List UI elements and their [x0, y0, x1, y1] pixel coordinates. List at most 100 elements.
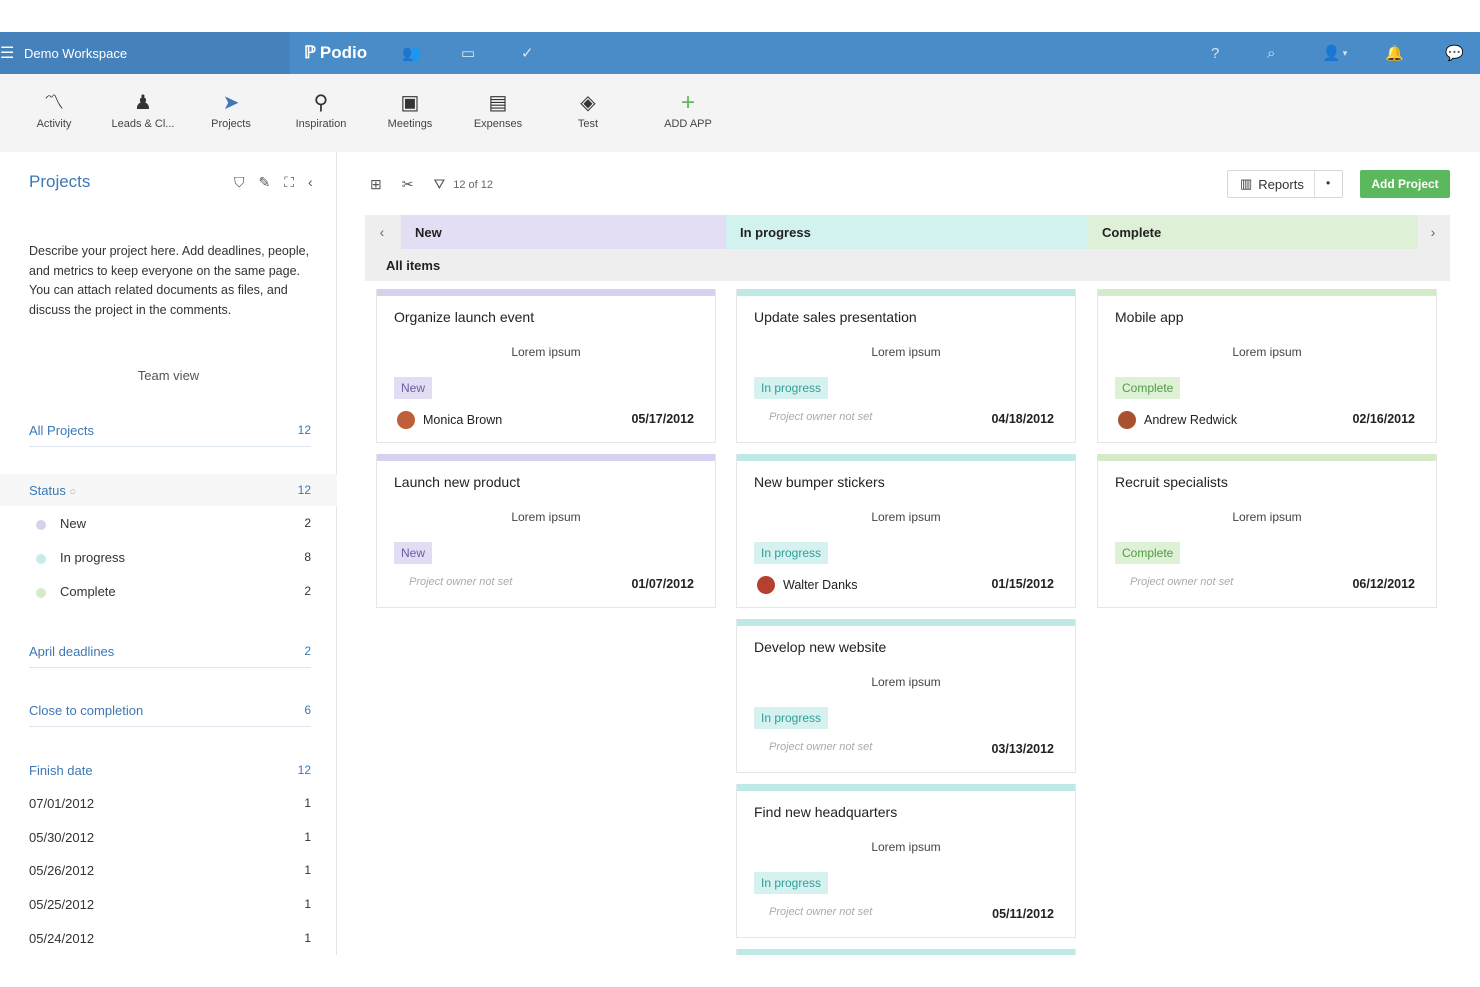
finish-date-count: 1: [304, 796, 311, 810]
search-icon[interactable]: ⌕: [1267, 32, 1275, 74]
app-test[interactable]: ◈ Test: [548, 90, 628, 130]
card-date: 06/12/2012: [1352, 577, 1415, 591]
finish-date-label: 05/24/2012: [29, 931, 95, 946]
expand-icon[interactable]: ⛶: [284, 174, 294, 191]
status-badge: In progress: [754, 872, 829, 894]
add-project-button[interactable]: Add Project: [1360, 170, 1450, 198]
app-inspiration[interactable]: ⚲ Inspiration: [281, 90, 361, 130]
card-description: Lorem ipsum: [1232, 345, 1302, 359]
edit-icon[interactable]: ✎: [259, 174, 271, 191]
notifications-icon[interactable]: 🔔: [1385, 32, 1404, 74]
contacts-icon[interactable]: 👥: [402, 32, 421, 74]
reports-button[interactable]: ▥ Reports •: [1227, 170, 1343, 198]
filter-count: 2: [304, 644, 311, 658]
filter-close-to-completion[interactable]: Close to completion 6: [29, 703, 311, 727]
pin-icon[interactable]: ⛉: [234, 174, 245, 191]
filter-label: All Projects: [29, 423, 95, 438]
column-header-in-progress[interactable]: In progress: [726, 215, 1088, 249]
app-leads[interactable]: ♟ Leads & Cl...: [103, 90, 183, 130]
finish-date-item[interactable]: 07/01/2012 1: [29, 796, 311, 811]
card-owner: Monica Brown: [397, 411, 502, 429]
app-expenses[interactable]: ▤ Expenses: [458, 90, 538, 130]
sidebar-title: Projects: [29, 172, 91, 191]
filter-icon[interactable]: ⛛: [433, 176, 445, 193]
tasks-icon[interactable]: ✓: [521, 32, 534, 74]
filter-status[interactable]: Status ○ 12: [29, 483, 311, 498]
filter-label: Status: [29, 483, 66, 498]
finish-date-label: 05/30/2012: [29, 830, 95, 845]
app-projects[interactable]: ➤ Projects: [191, 90, 271, 130]
card-status-bar: [737, 454, 1075, 461]
card-owner-empty: Project owner not set: [409, 576, 513, 588]
expenses-icon: ▤: [488, 92, 508, 114]
help-icon[interactable]: ?: [1211, 32, 1219, 74]
status-dot: [36, 519, 46, 530]
user-icon[interactable]: 👤 ▾: [1322, 32, 1347, 74]
leads-icon: ♟: [134, 92, 152, 114]
column-header-complete[interactable]: Complete: [1088, 215, 1418, 249]
calendar-icon[interactable]: ▭: [461, 32, 475, 74]
status-item-in-progress[interactable]: In progress 8: [36, 550, 311, 565]
status-badge: In progress: [754, 707, 829, 729]
project-card[interactable]: Update sales presentation Lorem ipsum In…: [736, 289, 1076, 443]
project-card[interactable]: Organize launch event Lorem ipsum New Mo…: [376, 289, 716, 443]
filter-label: Finish date: [29, 763, 93, 778]
project-card[interactable]: Find new headquarters Lorem ipsum In pro…: [736, 784, 1076, 938]
more-options-icon[interactable]: •: [1326, 176, 1330, 190]
avatar: [757, 576, 775, 594]
finish-date-item[interactable]: 05/24/2012 1: [29, 931, 311, 946]
scroll-right-icon[interactable]: ›: [1416, 215, 1450, 249]
project-card[interactable]: New bumper stickers Lorem ipsum In progr…: [736, 454, 1076, 608]
workspace-switcher[interactable]: ☰ Demo Workspace: [0, 32, 290, 74]
app-meetings[interactable]: ▣ Meetings: [370, 90, 450, 130]
finish-date-item[interactable]: 05/30/2012 1: [29, 830, 311, 845]
collapse-sidebar-icon[interactable]: ‹: [308, 174, 313, 191]
hamburger-menu-icon[interactable]: ☰: [0, 43, 14, 63]
card-date: 05/17/2012: [631, 412, 694, 426]
finish-date-count: 1: [304, 931, 311, 945]
filter-all-projects[interactable]: All Projects 12: [29, 423, 311, 447]
inspiration-icon: ⚲: [313, 92, 329, 114]
card-owner-empty: Project owner not set: [1130, 576, 1234, 588]
card-title: Mobile app: [1115, 309, 1184, 325]
card-owner-empty: Project owner not set: [769, 741, 873, 753]
status-dot: [36, 587, 46, 598]
owner-name: Andrew Redwick: [1144, 413, 1238, 427]
project-card[interactable]: Recruit specialists Lorem ipsum Complete…: [1097, 454, 1437, 608]
card-status-bar: [377, 454, 715, 461]
card-status-bar: [737, 949, 1075, 955]
card-description: Lorem ipsum: [511, 510, 581, 524]
filter-april-deadlines[interactable]: April deadlines 2: [29, 644, 311, 668]
finish-date-item[interactable]: 05/25/2012 1: [29, 897, 311, 912]
reports-label: Reports: [1258, 176, 1304, 192]
filter-finish-date[interactable]: Finish date 12: [29, 763, 311, 778]
project-card-partial[interactable]: [736, 949, 1076, 955]
project-card[interactable]: Mobile app Lorem ipsum Complete Andrew R…: [1097, 289, 1437, 443]
app-activity[interactable]: 〽 Activity: [14, 90, 94, 130]
view-toolbar: ⊞ ✂ ⛛ 12 of 12: [370, 176, 493, 193]
card-date: 01/15/2012: [991, 577, 1054, 591]
podio-logo[interactable]: ℙ Podio: [304, 32, 367, 74]
avatar: [1118, 411, 1136, 429]
finish-date-item[interactable]: 05/26/2012 1: [29, 863, 311, 878]
status-item-new[interactable]: New 2: [36, 516, 311, 531]
view-switch-icon[interactable]: ⊞: [370, 176, 382, 193]
project-card[interactable]: Develop new website Lorem ipsum In progr…: [736, 619, 1076, 773]
card-owner: Andrew Redwick: [1118, 411, 1237, 429]
project-card[interactable]: Launch new product Lorem ipsum New Proje…: [376, 454, 716, 608]
status-item-complete[interactable]: Complete 2: [36, 584, 311, 599]
group-header-all-items: All items: [365, 249, 1450, 281]
card-date: 01/07/2012: [631, 577, 694, 591]
sidebar: Projects ⛉ ✎ ⛶ ‹ Describe your project h…: [0, 152, 337, 955]
scroll-left-icon[interactable]: ‹: [365, 215, 399, 249]
chat-icon[interactable]: 💬: [1445, 32, 1464, 74]
team-view-link[interactable]: Team view: [0, 368, 337, 383]
card-description: Lorem ipsum: [871, 675, 941, 689]
app-label: Expenses: [473, 118, 523, 130]
tools-icon[interactable]: ✂: [402, 176, 414, 193]
activity-icon: 〽: [44, 92, 64, 114]
add-app-button[interactable]: + ADD APP: [648, 89, 728, 131]
add-app-icon: +: [680, 89, 695, 116]
divider: [1314, 171, 1315, 197]
column-header-new[interactable]: New: [401, 215, 726, 249]
